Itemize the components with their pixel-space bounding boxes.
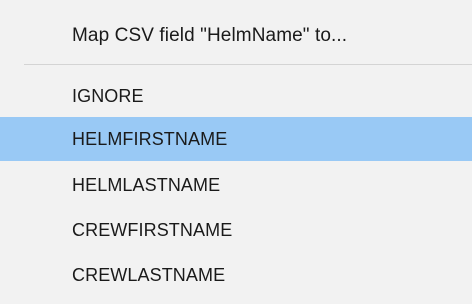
menu-item-crewlastname[interactable]: CREWLASTNAME <box>0 253 472 297</box>
menu-item-helmlastname[interactable]: HELMLASTNAME <box>0 163 472 207</box>
menu-header: Map CSV field "HelmName" to... <box>72 25 348 46</box>
menu-item-helmfirstname[interactable]: HELMFIRSTNAME <box>0 117 472 161</box>
context-menu: Map CSV field "HelmName" to... IGNORE HE… <box>0 0 472 304</box>
menu-item-crewfirstname[interactable]: CREWFIRSTNAME <box>0 208 472 252</box>
menu-separator <box>24 64 472 65</box>
menu-item-ignore[interactable]: IGNORE <box>0 74 472 118</box>
